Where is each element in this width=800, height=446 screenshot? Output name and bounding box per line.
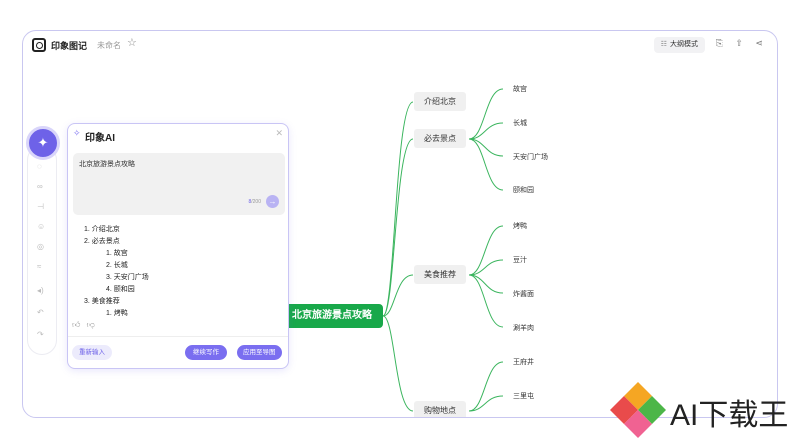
connector-branch-3 [382, 274, 414, 317]
watermark-logo [610, 382, 666, 438]
result-item: 3. 美食推荐 [84, 298, 120, 305]
ai-prompt-input[interactable]: 北京旅游景点攻略 8/200 → [73, 153, 285, 215]
watermark: AI下载王 [606, 372, 800, 446]
result-item: 1. 介绍北京 [84, 226, 120, 233]
undo-icon[interactable]: ↶ [37, 308, 44, 317]
leaf-node[interactable]: 豆汁 [513, 255, 527, 265]
connector-leaf [468, 88, 504, 140]
bulb-icon[interactable]: ◌ [37, 162, 42, 171]
connector-leaf [468, 274, 504, 328]
app-window: 印象图记 未命名 ☆ ☷ 大纲模式 ⎘ ⇧ ⋖ 北京旅游景点攻略 介绍北京 必去… [22, 30, 778, 418]
ai-prompt-text: 北京旅游景点攻略 [79, 161, 135, 168]
result-item: 1. 故宫 [106, 250, 128, 257]
send-icon[interactable]: → [266, 195, 279, 208]
ai-panel-header: ✧ 印象AI ✕ [68, 124, 288, 148]
connector-leaf [468, 225, 504, 276]
leaf-node[interactable]: 三里屯 [513, 391, 534, 401]
result-item: 2. 必去景点 [84, 238, 120, 245]
leaf-node[interactable]: 故宫 [513, 84, 527, 94]
time-icon[interactable]: ◎ [37, 242, 44, 251]
ai-panel-title: 印象AI [85, 133, 115, 144]
link-icon[interactable]: ∞ [37, 182, 43, 191]
leaf-node[interactable]: 炸酱面 [513, 289, 534, 299]
leaf-node[interactable]: 烤鸭 [513, 221, 527, 231]
branch-node[interactable]: 必去景点 [414, 129, 466, 148]
redo-icon[interactable]: ↷ [37, 330, 44, 339]
branch-node[interactable]: 购物地点 [414, 401, 466, 417]
ai-result-list[interactable]: 1. 介绍北京 2. 必去景点 1. 故宫 2. 长城 3. 天安门广场 4. … [68, 220, 288, 316]
result-item: 3. 天安门广场 [106, 274, 149, 281]
apply-to-map-button[interactable]: 应用至导图 [237, 345, 282, 360]
branch-node[interactable]: 美食推荐 [414, 265, 466, 284]
ai-sparkle-button[interactable]: ✦ [26, 126, 60, 160]
char-max: /200 [251, 199, 261, 205]
reset-input-button[interactable]: 重新输入 [72, 345, 112, 360]
emoji-icon[interactable]: ☺ [37, 222, 45, 231]
leaf-node[interactable]: 天安门广场 [513, 152, 548, 162]
branch-node[interactable]: 介绍北京 [414, 92, 466, 111]
leaf-node[interactable]: 长城 [513, 118, 527, 128]
result-item: 1. 烤鸭 [106, 310, 128, 316]
continue-writing-button[interactable]: 继续写作 [185, 345, 227, 360]
connector-leaf [468, 361, 504, 412]
watermark-text: AI下载王 [670, 399, 789, 432]
result-item: 2. 长城 [106, 262, 128, 269]
connector-branch-1 [382, 101, 414, 317]
divider [68, 336, 288, 337]
char-counter: 8/200 [248, 199, 261, 205]
leaf-node[interactable]: 涮羊肉 [513, 323, 534, 333]
audio-icon[interactable]: ◂) [37, 286, 44, 295]
connector-branch-4 [382, 315, 414, 412]
node-icon[interactable]: ⊣ [37, 202, 44, 211]
ai-panel: ✧ 印象AI ✕ 北京旅游景点攻略 8/200 → 1. 介绍北京 2. 必去景… [67, 123, 289, 369]
leaf-node[interactable]: 王府井 [513, 357, 534, 367]
close-icon[interactable]: ✕ [275, 128, 283, 139]
connector-leaf [468, 138, 504, 191]
root-node[interactable]: 北京旅游景点攻略 [281, 304, 383, 328]
side-toolbar: ◌ ∞ ⊣ ☺ ◎ ≈ ◂) ↶ ↷ [27, 145, 57, 355]
sparkle-icon: ✦ [37, 135, 49, 150]
feedback-row: 👍︎ 👎︎ [72, 320, 95, 330]
thumb-up-icon[interactable]: 👍︎ [72, 320, 80, 329]
leaf-node[interactable]: 颐和园 [513, 185, 534, 195]
brush-icon[interactable]: ≈ [37, 262, 41, 271]
thumb-down-icon[interactable]: 👎︎ [87, 320, 95, 329]
result-item: 4. 颐和园 [106, 286, 135, 293]
sparkle-icon: ✧ [73, 128, 81, 138]
